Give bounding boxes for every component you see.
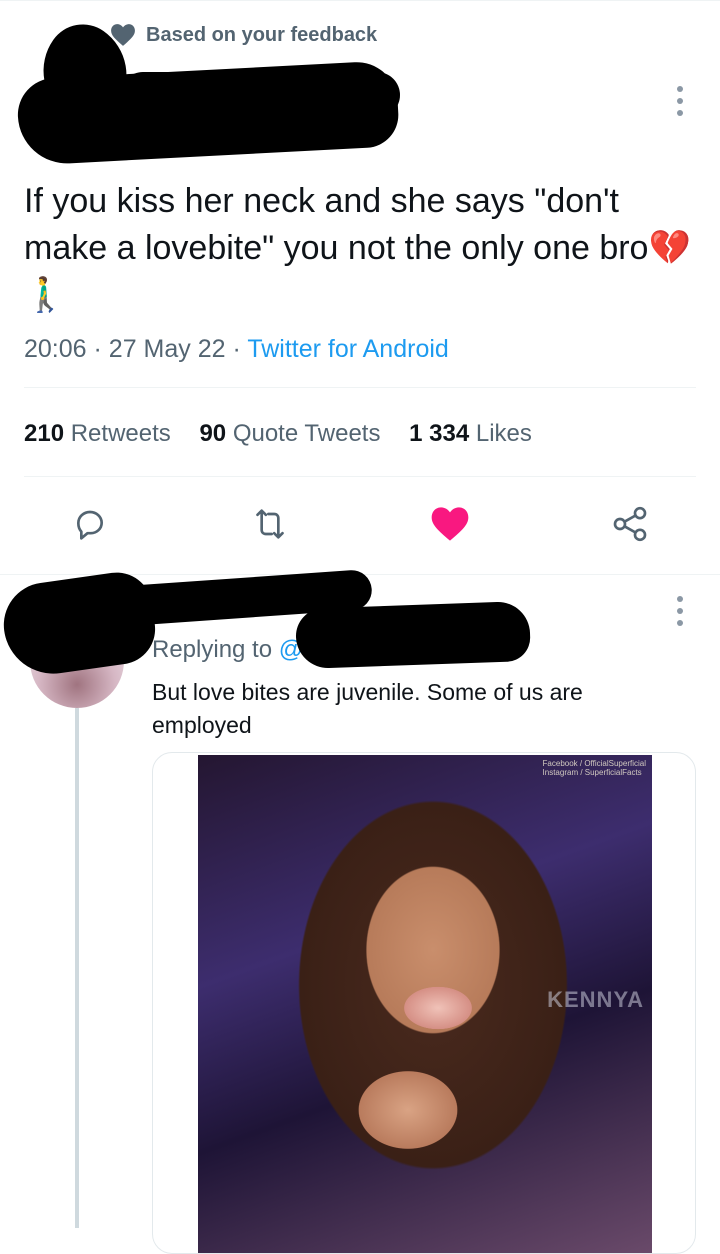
retweet-button[interactable] bbox=[246, 500, 294, 548]
tweet-stats: 210 Retweets 90 Quote Tweets 1 334 Likes bbox=[24, 418, 554, 450]
replying-to-label: Replying to bbox=[152, 636, 273, 663]
like-button[interactable] bbox=[426, 500, 474, 548]
tweet-time[interactable]: 20:06 bbox=[24, 335, 87, 363]
heart-icon bbox=[431, 507, 469, 541]
media-image[interactable]: Facebook / OfficialSuperficial Instagram… bbox=[198, 755, 652, 1253]
tweet-text: If you kiss her neck and she says "don't… bbox=[24, 182, 691, 314]
tweet-source-link[interactable]: Twitter for Android bbox=[247, 335, 448, 363]
tweet-date[interactable]: 27 May 22 bbox=[109, 335, 226, 363]
reply-more-options-button[interactable] bbox=[675, 596, 685, 626]
reply-button[interactable] bbox=[66, 500, 114, 548]
retweet-icon bbox=[256, 509, 284, 539]
quote-tweets-stat[interactable]: 90 Quote Tweets bbox=[199, 420, 380, 447]
image-watermark-top: Facebook / OfficialSuperficial Instagram… bbox=[542, 759, 646, 777]
more-options-button[interactable] bbox=[675, 86, 685, 116]
tweet-meta: 20:06 · 27 May 22 · Twitter for Android bbox=[24, 332, 449, 366]
redacted-reply-handle bbox=[295, 600, 531, 670]
reply-icon bbox=[77, 510, 103, 540]
stats-divider-top bbox=[24, 387, 696, 388]
top-divider bbox=[0, 0, 720, 1]
share-button[interactable] bbox=[606, 500, 654, 548]
meta-separator: · bbox=[93, 335, 102, 363]
feedback-header: Based on your feedback bbox=[110, 22, 377, 48]
share-icon bbox=[613, 506, 647, 542]
retweets-stat[interactable]: 210 Retweets bbox=[24, 420, 171, 447]
redacted-author-stroke-2 bbox=[120, 72, 400, 118]
thread-line bbox=[75, 708, 79, 1228]
meta-separator: · bbox=[232, 335, 241, 363]
reply-text: But love bites are juvenile. Some of us … bbox=[152, 679, 583, 738]
media-card[interactable]: Facebook / OfficialSuperficial Instagram… bbox=[152, 752, 696, 1254]
stats-divider-bottom bbox=[24, 476, 696, 477]
likes-stat[interactable]: 1 334 Likes bbox=[409, 420, 532, 447]
replying-to: Replying to @ bbox=[152, 636, 303, 664]
feedback-label: Based on your feedback bbox=[146, 23, 378, 46]
image-watermark-side: KENNYA bbox=[547, 987, 644, 1012]
